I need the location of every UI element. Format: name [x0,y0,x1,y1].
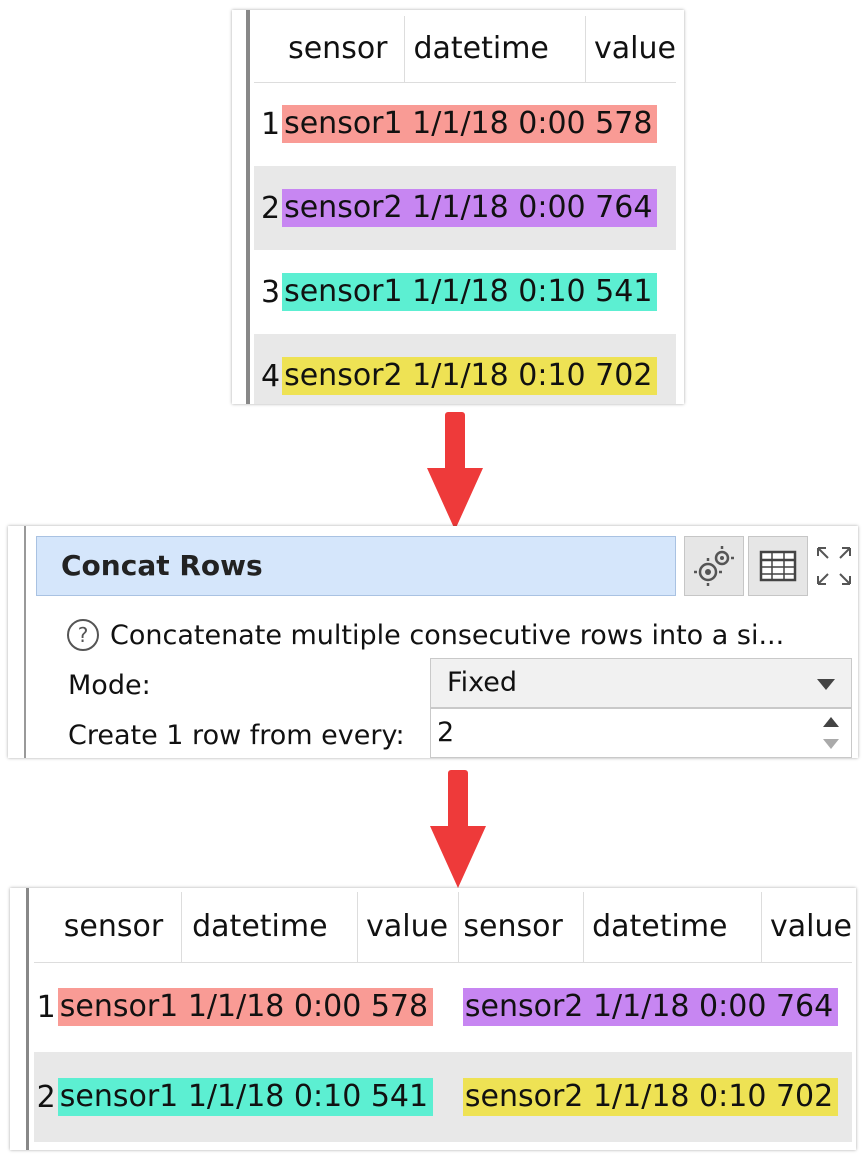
cell-sensor[interactable]: sensor2 [465,1079,584,1114]
row-number: 1 [261,106,281,142]
table-row[interactable]: 2 sensor2 1/1/18 0:00 764 [254,166,676,250]
cell-value[interactable]: 578 [371,989,428,1024]
gears-icon [694,546,734,586]
row-number: 1 [36,989,56,1025]
cell-value[interactable]: 764 [595,190,652,225]
cell-datetime[interactable]: 1/1/18 0:10 [412,358,585,393]
header-value[interactable]: value [761,892,852,962]
row-cells-right: sensor2 1/1/18 0:00 764 [459,962,852,1052]
create-every-value: 2 [437,717,455,748]
cell-datetime[interactable]: 1/1/18 0:10 [593,1079,766,1114]
table-left-border [246,10,250,404]
spin-up-icon[interactable] [823,717,839,727]
cell-datetime[interactable]: 1/1/18 0:00 [593,989,766,1024]
maximize-button[interactable] [812,536,856,596]
cell-datetime[interactable]: 1/1/18 0:00 [188,989,361,1024]
chevron-down-icon [817,679,835,690]
row-cells: sensor1 1/1/18 0:10 541 [282,250,676,334]
row-number: 2 [36,1079,56,1115]
down-arrow-icon [430,770,486,888]
cell-sensor[interactable]: sensor2 [284,190,403,225]
cell-value[interactable]: 702 [595,358,652,393]
cell-sensor[interactable]: sensor2 [284,358,403,393]
concat-rows-panel: Concat Rows ? Concatenate multiple conse… [8,526,858,758]
cell-value[interactable]: 541 [371,1079,428,1114]
output-table-panel: sensor datetime value sensor datetime va… [10,888,856,1150]
header-datetime[interactable]: datetime [181,892,358,962]
header-value[interactable]: value [585,16,676,82]
row-cells: sensor2 1/1/18 0:10 702 [282,334,676,404]
row-cells-right: sensor2 1/1/18 0:10 702 [459,1052,852,1142]
cell-sensor[interactable]: sensor2 [465,989,584,1024]
header-sensor[interactable]: sensor [458,892,584,962]
cell-value[interactable]: 764 [776,989,833,1024]
cell-sensor[interactable]: sensor1 [284,274,403,309]
corner-cell [34,892,58,962]
cell-sensor[interactable]: sensor1 [60,1079,179,1114]
transform-title-field[interactable]: Concat Rows [36,536,676,596]
table-left-border [26,888,29,1150]
header-datetime[interactable]: datetime [404,16,586,82]
mode-label: Mode: [68,670,151,701]
row-number: 4 [261,358,281,394]
view-data-button[interactable] [748,536,808,596]
svg-text:?: ? [78,623,89,647]
description-text: Concatenate multiple consecutive rows in… [110,619,785,651]
cell-value[interactable]: 578 [595,106,652,141]
spin-down-icon[interactable] [823,739,839,749]
table-row[interactable]: 1 sensor1 1/1/18 0:00 578 sensor2 1/1/18… [34,962,852,1052]
cell-datetime[interactable]: 1/1/18 0:10 [188,1079,361,1114]
cell-datetime[interactable]: 1/1/18 0:10 [412,274,585,309]
row-number: 3 [261,274,281,310]
header-sensor[interactable]: sensor [282,16,405,82]
cell-datetime[interactable]: 1/1/18 0:00 [412,190,585,225]
row-number: 2 [261,190,281,226]
table-header-row: sensor datetime value [254,16,676,82]
maximize-icon [817,547,851,585]
cell-sensor[interactable]: sensor1 [60,989,179,1024]
cell-value[interactable]: 541 [595,274,652,309]
table-row[interactable]: 2 sensor1 1/1/18 0:10 541 sensor2 1/1/18… [34,1052,852,1142]
table-row[interactable]: 4 sensor2 1/1/18 0:10 702 [254,334,676,404]
row-cells-left: sensor1 1/1/18 0:10 541 [57,1052,459,1142]
output-table: sensor datetime value sensor datetime va… [34,892,852,1142]
mode-select[interactable]: Fixed [430,658,852,708]
cell-sensor[interactable]: sensor1 [284,106,403,141]
cell-datetime[interactable]: 1/1/18 0:00 [412,106,585,141]
input-table-panel: sensor datetime value 1 sensor1 1/1/18 0… [232,10,684,404]
header-sensor[interactable]: sensor [58,892,182,962]
description-row: ? Concatenate multiple consecutive rows … [66,610,784,660]
corner-cell [254,16,282,82]
input-table: sensor datetime value 1 sensor1 1/1/18 0… [254,16,676,404]
table-header-row: sensor datetime value sensor datetime va… [34,892,852,962]
row-cells-left: sensor1 1/1/18 0:00 578 [57,962,459,1052]
cell-value[interactable]: 702 [776,1079,833,1114]
help-icon[interactable]: ? [66,618,100,652]
create-every-spinbox[interactable]: 2 [430,708,852,758]
table-row[interactable]: 3 sensor1 1/1/18 0:10 541 [254,250,676,334]
down-arrow-icon [427,412,483,530]
table-row[interactable]: 1 sensor1 1/1/18 0:00 578 [254,82,676,166]
mode-select-value: Fixed [447,667,517,698]
panel-left-border [24,526,26,758]
row-cells: sensor2 1/1/18 0:00 764 [282,166,676,250]
row-cells: sensor1 1/1/18 0:00 578 [282,82,676,166]
table-icon [759,550,797,582]
header-value[interactable]: value [357,892,459,962]
options-button[interactable] [684,536,744,596]
create-every-label: Create 1 row from every: [68,720,405,751]
header-datetime[interactable]: datetime [583,892,762,962]
